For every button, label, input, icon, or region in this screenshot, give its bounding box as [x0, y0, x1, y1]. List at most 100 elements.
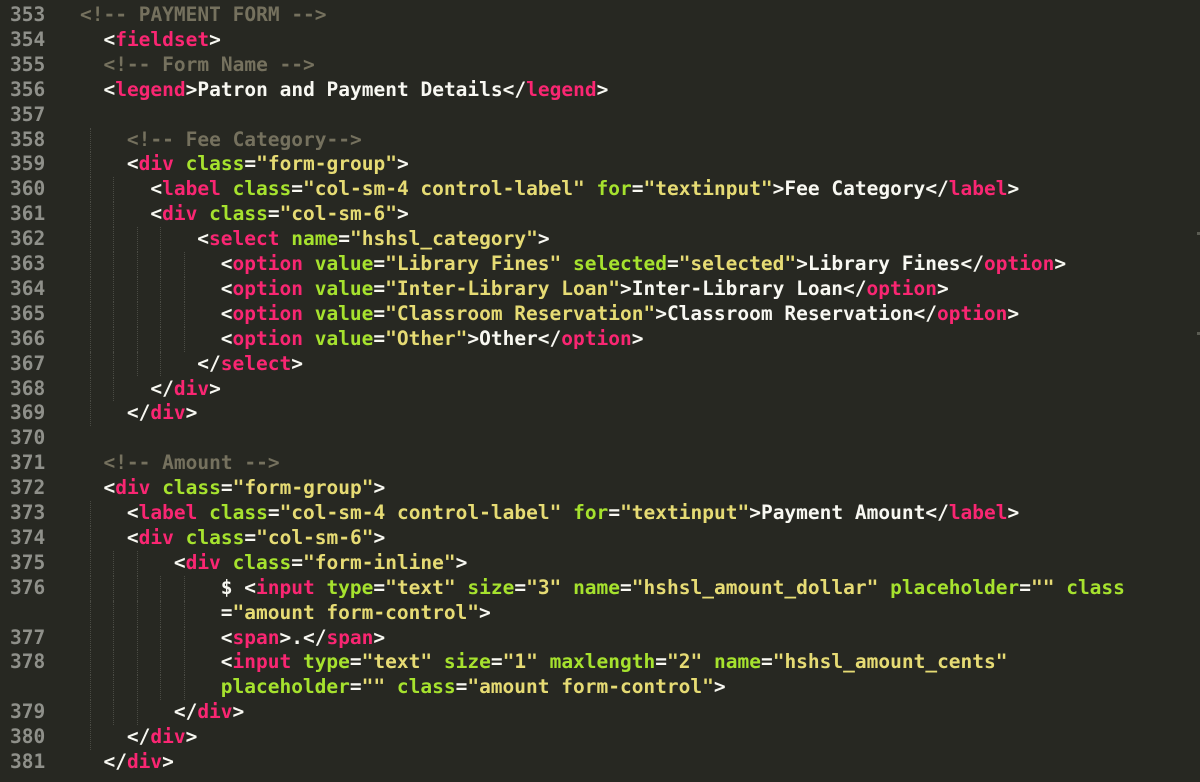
code-line[interactable]: 363 <option value="Library Fines" selecte… — [0, 252, 1200, 277]
indent-guide — [89, 301, 91, 327]
line-number: 361 — [10, 202, 46, 226]
code-text[interactable]: $ <input type="text" size="3" name="hshs… — [221, 576, 1125, 601]
code-token-attr: class — [232, 550, 292, 574]
code-token-punct: > — [619, 276, 632, 300]
code-line[interactable]: 356 <legend>Patron and Payment Details</l… — [0, 78, 1200, 103]
code-token-str: "textinput" — [620, 501, 750, 524]
code-line[interactable]: 366 <option value="Other">Other</option> — [0, 326, 1200, 352]
code-token-punct: > — [631, 326, 644, 350]
code-text[interactable]: <span>.</span> — [221, 626, 385, 651]
code-text[interactable]: <input type="text" size="1" maxlength="2… — [221, 650, 1008, 675]
code-text[interactable]: </div> — [127, 725, 197, 750]
code-line[interactable]: ="amount form-control"> — [0, 600, 1200, 626]
code-token-attr: for — [573, 501, 609, 524]
code-line[interactable]: 358 <!-- Fee Category--> — [0, 127, 1200, 153]
code-token-plain: $ — [220, 575, 245, 599]
indent-guide — [113, 276, 115, 302]
code-token-punct: > — [209, 376, 221, 400]
code-token-punct: = — [244, 152, 257, 176]
code-text[interactable]: <div class="col-sm-6"> — [127, 526, 385, 551]
code-text[interactable]: <div class="col-sm-6"> — [150, 202, 408, 227]
code-line[interactable]: 372 <div class="form-group"> — [0, 476, 1200, 501]
code-line[interactable]: 378 <input type="text" size="1" maxlength… — [0, 650, 1200, 676]
code-line[interactable]: 353 <!-- PAYMENT FORM --> — [0, 3, 1200, 28]
code-token-punct: = — [267, 202, 280, 226]
indent-guide — [183, 252, 185, 277]
code-line[interactable]: 359 <div class="form-group"> — [0, 152, 1200, 178]
code-token-punct: = — [490, 650, 503, 674]
code-line[interactable]: 379 </div> — [0, 700, 1200, 726]
code-text[interactable]: <option value="Other">Other</option> — [221, 327, 644, 352]
code-line[interactable]: 357 — [0, 103, 1200, 128]
code-token-str: "" — [1030, 575, 1055, 599]
indent-guide — [183, 675, 185, 701]
code-text[interactable]: <legend>Patron and Payment Details</lege… — [103, 78, 608, 103]
code-line[interactable]: 376 $ <input type="text" size="3" name="h… — [0, 575, 1200, 601]
code-token-punct: > — [537, 227, 550, 251]
code-line[interactable]: 375 <div class="form-inline"> — [0, 550, 1200, 576]
code-text[interactable]: <!-- Amount --> — [103, 451, 279, 476]
code-line[interactable]: 367 </select> — [0, 351, 1200, 377]
code-token-tag: option — [983, 252, 1055, 275]
indent-guide — [89, 725, 91, 750]
code-token-plain: Patron and Payment Details — [197, 77, 503, 101]
indent-guide — [113, 227, 115, 252]
code-token-attr: name — [713, 650, 761, 674]
code-token-str: "1" — [502, 650, 538, 674]
code-line[interactable]: 377 <span>.</span> — [0, 625, 1200, 651]
code-line[interactable]: 368 </div> — [0, 376, 1200, 402]
code-text[interactable]: <div class="form-group"> — [127, 152, 409, 177]
code-token-punct: > — [1007, 301, 1020, 325]
code-token-punct: > — [713, 675, 726, 699]
code-text[interactable]: <label class="col-sm-4 control-label" fo… — [127, 501, 1019, 526]
code-line[interactable]: 374 <div class="col-sm-6"> — [0, 525, 1200, 551]
code-editor[interactable]: 353 <!-- PAYMENT FORM --> 354 <fieldset> 355… — [0, 2, 1200, 782]
code-text[interactable]: <fieldset> — [103, 28, 220, 53]
code-line[interactable]: 365 <option value="Classroom Reservation"… — [0, 301, 1200, 327]
code-text[interactable]: placeholder="" class="amount form-contro… — [221, 675, 726, 700]
code-line[interactable]: 362 <select name="hshsl_category"> — [0, 227, 1200, 252]
code-text[interactable]: <!-- Fee Category--> — [127, 128, 362, 153]
code-token-tag: div — [126, 750, 163, 773]
code-line[interactable]: 361 <div class="col-sm-6"> — [0, 202, 1200, 228]
code-line[interactable]: 370 — [0, 426, 1200, 451]
code-text[interactable]: </div> — [174, 700, 244, 725]
line-number: 364 — [10, 276, 46, 300]
code-text[interactable]: ="amount form-control"> — [221, 601, 491, 626]
code-line[interactable]: 364 <option value="Inter-Library Loan">In… — [0, 276, 1200, 302]
indent-guide — [136, 625, 138, 651]
code-text[interactable]: </div> — [103, 750, 173, 775]
code-line[interactable]: 373 <label class="col-sm-4 control-label"… — [0, 501, 1200, 526]
indent-guide — [113, 675, 115, 701]
code-line[interactable]: 381 </div> — [0, 750, 1200, 775]
code-text[interactable]: <div class="form-group"> — [103, 476, 385, 501]
code-line[interactable]: 360 <label class="col-sm-4 control-label"… — [0, 177, 1200, 203]
indent-guide — [113, 252, 115, 277]
code-text[interactable]: <label class="col-sm-4 control-label" fo… — [150, 177, 1019, 202]
code-text[interactable]: <option value="Inter-Library Loan">Inter… — [221, 277, 949, 302]
code-line[interactable]: 354 <fieldset> — [0, 28, 1200, 53]
code-token-str: "col-sm-4 control-label" — [279, 501, 562, 524]
code-token-str: "col-sm-6" — [279, 202, 397, 226]
code-token-tag: option — [866, 276, 937, 300]
indent-guide — [89, 227, 91, 252]
code-line[interactable]: 371 <!-- Amount --> — [0, 451, 1200, 476]
code-text[interactable]: <!-- Form Name --> — [103, 53, 314, 78]
code-token-punct: > — [396, 152, 409, 176]
indent-guide — [89, 351, 91, 377]
code-line[interactable]: 369 </div> — [0, 401, 1200, 427]
code-line[interactable]: 380 </div> — [0, 725, 1200, 750]
code-text[interactable]: </div> — [127, 401, 197, 426]
code-text[interactable]: </div> — [150, 377, 220, 402]
code-text[interactable]: <option value="Classroom Reservation">Cl… — [221, 302, 1019, 327]
code-text[interactable]: <select name="hshsl_category"> — [197, 227, 549, 252]
code-line[interactable]: 355 <!-- Form Name --> — [0, 53, 1200, 78]
code-line[interactable]: placeholder="" class="amount form-contro… — [0, 675, 1200, 701]
code-text[interactable]: <!-- PAYMENT FORM --> — [80, 3, 327, 28]
code-token-tag: option — [232, 301, 303, 325]
code-text[interactable]: <option value="Library Fines" selected="… — [221, 252, 1066, 277]
code-token-str: "textinput" — [643, 177, 773, 201]
code-text[interactable]: <div class="form-inline"> — [174, 551, 468, 576]
code-text[interactable]: </select> — [197, 352, 303, 377]
